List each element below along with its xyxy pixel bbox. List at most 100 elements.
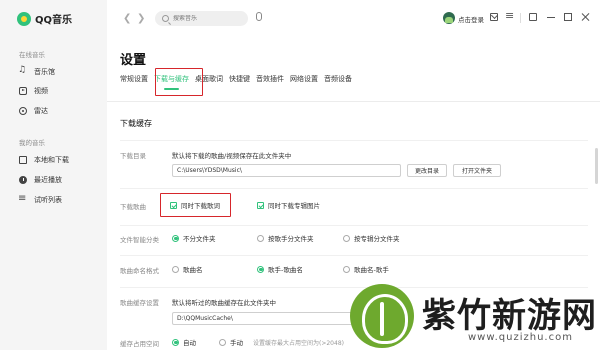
download-song-label: 下载歌曲 (120, 203, 146, 211)
radio-selected-icon (172, 234, 179, 242)
music-note-icon (18, 65, 27, 76)
app-name: QQ音乐 (35, 15, 73, 26)
radio-unselected-icon (219, 338, 226, 346)
mini-player-icon[interactable] (529, 13, 537, 21)
tab-shortcuts[interactable]: 快捷键 (229, 74, 250, 88)
radio-cache-manual[interactable]: 手动 设置缓存最大占用空间为(>2048) (219, 337, 344, 347)
download-album-art-checkbox[interactable]: 同时下载专辑图片 (257, 200, 320, 210)
qq-music-logo-icon (17, 11, 31, 26)
list-icon (18, 193, 27, 204)
download-dir-path: C:\Users\YDSD\Music\ (177, 167, 242, 174)
radio-label: 歌曲名 (183, 266, 203, 274)
radio-label: 自动 (183, 339, 196, 347)
tab-general[interactable]: 常规设置 (120, 74, 148, 88)
sidebar-item-label: 最近播放 (34, 176, 62, 184)
sidebar-item-local-download[interactable]: 本地和下载 (19, 154, 69, 166)
top-bar: ❮ ❯ 点击登录 (107, 0, 600, 38)
download-dir-field[interactable]: C:\Users\YDSD\Music\ (172, 164, 401, 177)
section-online-music: 在线音乐 (19, 51, 45, 59)
video-icon (19, 87, 27, 95)
radio-by-artist[interactable]: 按歌手分文件夹 (257, 233, 314, 243)
toolbar-divider (520, 13, 521, 23)
cache-space-hint: 设置缓存最大占用空间为(>2048) (253, 339, 344, 347)
naming-format-label: 歌曲命名格式 (120, 267, 159, 275)
row-divider (120, 140, 588, 141)
highlight-box-lyrics (160, 193, 231, 217)
checkbox-checked-icon (257, 201, 264, 209)
open-folder-button[interactable]: 打开文件夹 (453, 164, 501, 177)
microphone-icon[interactable] (256, 12, 262, 21)
sidebar-item-video[interactable]: 视频 (19, 85, 48, 97)
mail-icon[interactable] (490, 13, 498, 21)
sidebar: QQ音乐 在线音乐 音乐馆 视频 雷达 我的音乐 本地和下载 最近播放 试听列表 (0, 0, 107, 350)
sidebar-item-label: 试听列表 (34, 196, 62, 204)
radio-no-folder[interactable]: 不分文件夹 (172, 233, 216, 243)
download-dir-label: 下载目录 (120, 152, 146, 160)
radio-label: 不分文件夹 (183, 235, 216, 243)
maximize-icon[interactable] (564, 13, 572, 21)
close-icon[interactable] (581, 13, 589, 21)
radio-unselected-icon (343, 265, 350, 273)
avatar[interactable] (443, 12, 455, 24)
local-download-icon (19, 156, 27, 164)
back-arrow-icon[interactable]: ❮ (123, 13, 131, 24)
sidebar-item-label: 音乐馆 (34, 68, 55, 76)
radio-song-artist[interactable]: 歌曲名-歌手 (343, 264, 389, 274)
radio-song-name[interactable]: 歌曲名 (172, 264, 203, 274)
watermark-title: 紫竹新游网 (422, 296, 597, 336)
qq-music-window: QQ音乐 在线音乐 音乐馆 视频 雷达 我的音乐 本地和下载 最近播放 试听列表 (0, 0, 600, 350)
radio-unselected-icon (257, 234, 264, 242)
section-title-download-cache: 下载缓存 (120, 119, 152, 128)
row-divider (120, 225, 588, 226)
sidebar-item-trial-list[interactable]: 试听列表 (18, 193, 62, 206)
cache-space-label: 缓存占用空间 (120, 340, 159, 348)
radio-cache-auto[interactable]: 自动 (172, 337, 196, 347)
bamboo-logo-icon (350, 284, 414, 348)
cache-dir-label: 歌曲缓存设置 (120, 299, 159, 307)
search-icon (162, 15, 169, 22)
forward-arrow-icon[interactable]: ❯ (137, 13, 145, 24)
cache-dir-desc: 默认将听过的歌曲缓存在此文件夹中 (172, 299, 276, 307)
sidebar-item-radar[interactable]: 雷达 (19, 105, 48, 117)
radio-by-album[interactable]: 按专辑分文件夹 (343, 233, 400, 243)
login-link[interactable]: 点击登录 (458, 14, 484, 24)
scrollbar-thumb[interactable] (595, 148, 598, 184)
tab-sound-plugins[interactable]: 音效插件 (256, 74, 284, 88)
sidebar-item-music-hall[interactable]: 音乐馆 (18, 65, 55, 78)
radar-icon (19, 107, 27, 115)
search-input[interactable] (173, 15, 243, 22)
cache-dir-path: D:\QQMusicCache\ (177, 315, 233, 322)
highlight-box-tab (155, 68, 203, 96)
row-divider (120, 188, 588, 189)
menu-icon[interactable] (505, 9, 514, 22)
radio-label: 手动 (230, 339, 243, 347)
radio-unselected-icon (343, 234, 350, 242)
tab-network[interactable]: 网络设置 (290, 74, 318, 88)
sidebar-item-recent[interactable]: 最近播放 (19, 174, 62, 186)
radio-artist-song[interactable]: 歌手-歌曲名 (257, 264, 303, 274)
watermark-url: www.quzizhu.com (468, 332, 573, 343)
radio-selected-icon (172, 338, 179, 346)
sidebar-item-label: 本地和下载 (34, 156, 69, 164)
radio-label: 按专辑分文件夹 (354, 235, 400, 243)
radio-unselected-icon (172, 265, 179, 273)
tab-audio-device[interactable]: 音频设备 (324, 74, 352, 88)
smart-folder-label: 文件智能分类 (120, 236, 159, 244)
radio-label: 歌手-歌曲名 (268, 266, 303, 274)
sidebar-item-label: 视频 (34, 87, 48, 95)
change-dir-button[interactable]: 更改目录 (407, 164, 447, 177)
minimize-icon[interactable] (547, 13, 555, 21)
search-box[interactable] (155, 11, 248, 26)
page-title: 设置 (120, 53, 147, 68)
row-divider (120, 255, 588, 256)
radio-label: 按歌手分文件夹 (268, 235, 314, 243)
download-dir-desc: 默认将下载的歌曲/视频保存在此文件夹中 (172, 152, 292, 160)
recent-icon (19, 176, 27, 184)
app-logo[interactable]: QQ音乐 (17, 11, 72, 26)
radio-label: 歌曲名-歌手 (354, 266, 389, 274)
site-watermark: 紫竹新游网 www.quzizhu.com (350, 284, 600, 350)
download-album-art-label: 同时下载专辑图片 (268, 202, 320, 210)
section-my-music: 我的音乐 (19, 139, 45, 147)
radio-selected-icon (257, 265, 264, 273)
tabs-divider (107, 101, 600, 102)
